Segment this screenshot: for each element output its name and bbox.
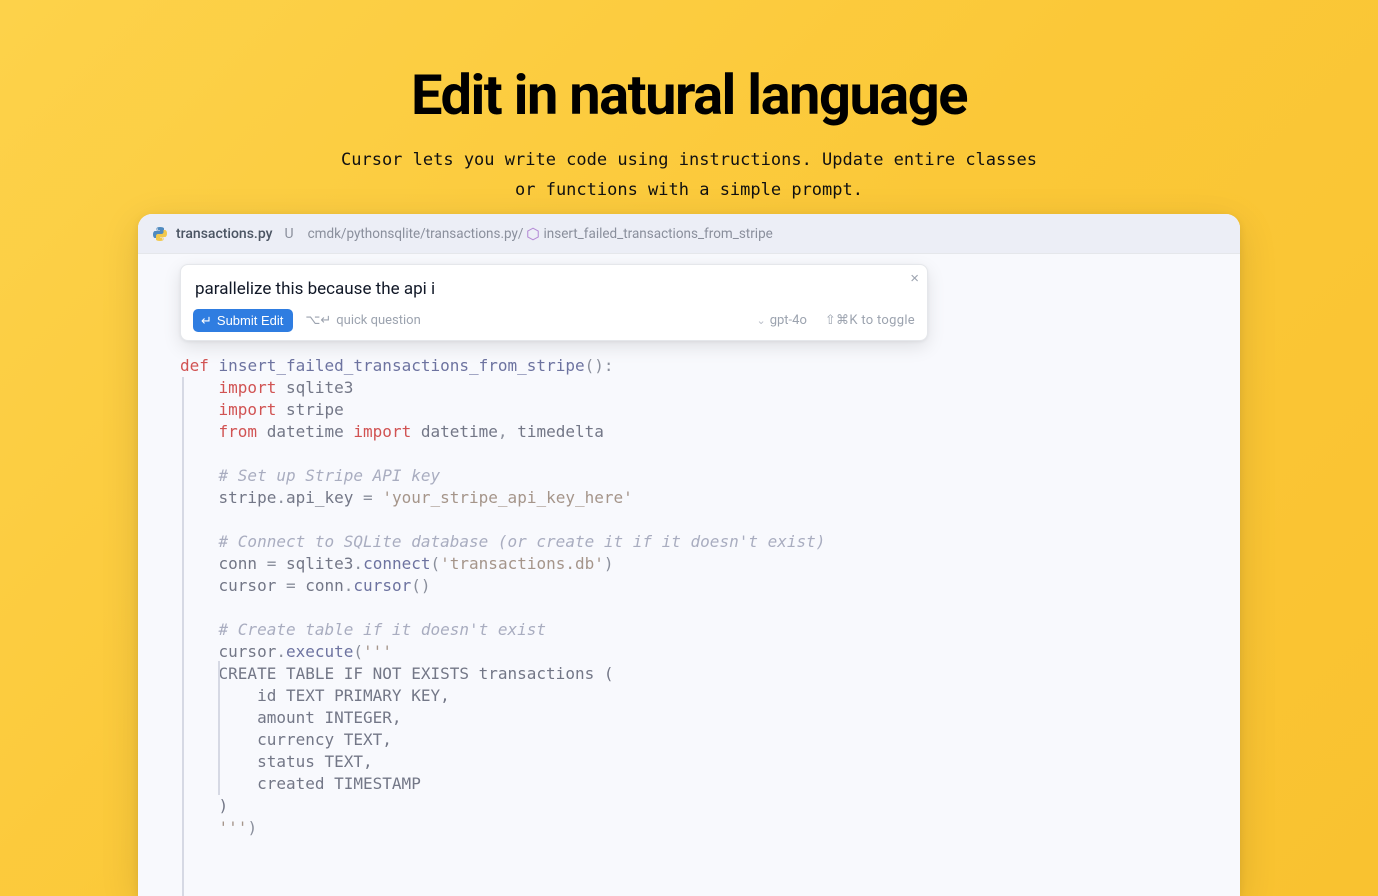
code-block: def insert_failed_transactions_from_stri… xyxy=(180,355,1240,839)
hero-title: Edit in natural language xyxy=(0,62,1378,128)
tab-filename[interactable]: transactions.py xyxy=(176,226,272,242)
breadcrumb-function: insert_failed_transactions_from_stripe xyxy=(544,226,773,242)
toggle-hint: ⇧⌘K to toggle xyxy=(825,313,915,328)
indent-guide xyxy=(218,661,220,795)
model-picker[interactable]: ⌄ gpt-4o xyxy=(756,313,806,328)
prompt-toolbar: ↵ Submit Edit ⌥↵ quick question ⌄ gpt-4o… xyxy=(193,309,915,332)
enter-icon: ↵ xyxy=(201,314,212,327)
quick-question-label: quick question xyxy=(336,313,421,328)
indent-guide xyxy=(182,377,184,896)
quick-question-button[interactable]: ⌥↵ quick question xyxy=(305,313,420,328)
editor-window: transactions.py U cmdk/pythonsqlite/tran… xyxy=(138,214,1240,896)
python-icon xyxy=(152,226,168,242)
hero-section: Edit in natural language Cursor lets you… xyxy=(0,0,1378,206)
tab-bar: transactions.py U cmdk/pythonsqlite/tran… xyxy=(138,214,1240,254)
close-icon[interactable]: × xyxy=(910,271,919,286)
breadcrumb[interactable]: cmdk/pythonsqlite/transactions.py/ inser… xyxy=(308,226,773,242)
tab-modified-marker: U xyxy=(284,226,293,242)
chevron-down-icon: ⌄ xyxy=(756,314,765,327)
submit-edit-button[interactable]: ↵ Submit Edit xyxy=(193,309,293,332)
hero-subtitle: Cursor lets you write code using instruc… xyxy=(329,146,1049,206)
submit-label: Submit Edit xyxy=(217,313,283,328)
prompt-input[interactable] xyxy=(193,275,915,309)
prompt-panel: × ↵ Submit Edit ⌥↵ quick question ⌄ gpt-… xyxy=(180,264,928,341)
code-editor[interactable]: def insert_failed_transactions_from_stri… xyxy=(138,341,1240,896)
quick-question-kbd: ⌥↵ xyxy=(305,313,331,328)
breadcrumb-path: cmdk/pythonsqlite/transactions.py/ xyxy=(308,226,524,242)
model-label: gpt-4o xyxy=(770,313,807,328)
function-icon xyxy=(526,227,540,241)
